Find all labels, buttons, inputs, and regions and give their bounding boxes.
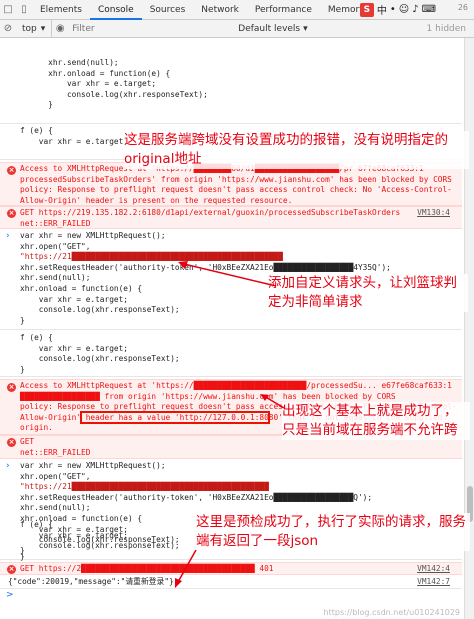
clear-console-icon[interactable]: ⊘ <box>0 19 16 39</box>
code-line: } <box>20 364 25 374</box>
request-url[interactable]: GET https://2███████████████████████████… <box>0 563 462 575</box>
levels-select[interactable]: Default levels ▾ <box>238 24 307 34</box>
context-value: top <box>22 23 37 34</box>
inspect-icon[interactable]: □ <box>0 0 16 20</box>
error-line: processedSubscribeTaskOrders' from origi… <box>20 174 452 184</box>
annotation-arrow-icon <box>260 394 285 409</box>
chevron-down-icon: ▾ <box>40 23 46 34</box>
ime-toolbar: S 中 • ☺ ♪ ⌨ <box>359 2 436 17</box>
ime-mode[interactable]: 中 <box>377 2 387 17</box>
console-input-row[interactable]: > <box>0 589 462 603</box>
annotation-note-1: 这是服务端跨域没有设置成功的报错，没有说明指定的original地址 <box>124 131 469 169</box>
code-line: } <box>20 551 25 561</box>
code-line: console.log(xhr.responseText); <box>20 354 180 364</box>
code-line: xhr.open("GET", <box>20 241 91 251</box>
annotation-note-3: 出现这个基本上就是成功了，只是当前域在服务端不允许跨 <box>282 402 470 440</box>
console-entry: xhr.send(null); xhr.onload = function(e)… <box>0 38 462 124</box>
error-line: Access to XMLHttpRequest at 'https://███… <box>20 381 452 390</box>
source-link[interactable]: VM142:4 <box>417 564 450 573</box>
error-line: █████████████████ from origin 'https://w… <box>20 391 396 401</box>
get-401: × GET https://2█████████████████████████… <box>0 562 462 575</box>
tab-network[interactable]: Network <box>193 0 247 20</box>
console-entry: f (e) { var xhr = e.target; console.log(… <box>0 331 462 377</box>
code-line: var xhr = new XMLHttpRequest(); <box>20 231 166 240</box>
code-line: var xhr = e.target; <box>20 79 157 89</box>
annotation-note-4: 这里是预检成功了，执行了实际的请求，服务端有返回了一段json <box>196 513 470 551</box>
console-prompt: > <box>6 590 14 600</box>
error-status: net::ERR_FAILED <box>20 447 91 457</box>
code-line: var xhr = e.target; <box>20 343 128 353</box>
code-line: xhr.send(null); <box>20 58 119 67</box>
watermark: https://blog.csdn.net/u010241029 <box>323 608 460 617</box>
sogou-logo-icon: S <box>359 2 374 17</box>
chevron-down-icon: ▾ <box>303 23 308 34</box>
source-link[interactable]: VM130:4 <box>417 208 450 217</box>
filter-input[interactable] <box>68 23 159 34</box>
ime-punct-icon[interactable]: • <box>390 4 396 15</box>
eye-icon[interactable]: ◉ <box>52 19 68 39</box>
code-line: var xhr = new XMLHttpRequest(); <box>20 461 166 470</box>
annotation-arrow-icon <box>178 261 277 287</box>
tab-console[interactable]: Console <box>89 0 142 20</box>
function-output[interactable]: f (e) { <box>0 331 462 344</box>
error-status: net::ERR_FAILED <box>20 218 91 228</box>
levels-value: Default levels <box>238 23 301 34</box>
code-line: console.log(xhr.responseText); <box>20 89 208 99</box>
code-line: xhr.onload = function(e) { <box>20 68 171 78</box>
code-line: } <box>20 315 25 325</box>
ime-emoji-icon[interactable]: ☺ <box>399 4 409 15</box>
error-line: policy: Response to preflight request do… <box>20 185 452 195</box>
source-link[interactable]: VM142:7 <box>417 577 450 586</box>
response-json: {"code":20019,"message":"请重新登录"} <box>8 577 174 586</box>
code-line: "https://21█████████████████████████████… <box>20 482 269 492</box>
tab-elements[interactable]: Elements <box>32 0 90 20</box>
error-count-badge: 26 <box>457 3 468 12</box>
tab-performance[interactable]: Performance <box>247 0 320 20</box>
context-select[interactable]: top ▾ <box>16 19 53 38</box>
code-line: } <box>20 100 53 110</box>
error-line: Allow-Origin' header is present on the r… <box>20 195 293 205</box>
console-filterbar: ⊘ top ▾ ◉ Default levels ▾ 1 hidden <box>0 19 474 39</box>
get-failed-1: × GET https://219.135.182.2:6180/d1api/e… <box>0 206 462 229</box>
console-entry: {"code":20019,"message":"请重新登录"} VM142:7 <box>0 576 462 589</box>
request-url[interactable]: GET https://219.135.182.2:6180/d1api/ext… <box>0 207 462 219</box>
tab-sources[interactable]: Sources <box>142 0 194 20</box>
code-line: xhr.setRequestHeader('authority-token', … <box>20 492 373 502</box>
highlight-box <box>80 411 270 424</box>
code-line: xhr.open("GET", <box>20 471 91 481</box>
annotation-note-2: 添加自定义请求头，让刘篮球判定为非简单请求 <box>268 274 468 312</box>
device-toggle-icon[interactable]: ▯ <box>16 0 32 20</box>
ime-voice-icon[interactable]: ♪ <box>412 4 418 15</box>
hidden-count: 1 hidden <box>426 23 466 34</box>
ime-keyboard-icon[interactable]: ⌨ <box>422 4 436 15</box>
annotation-arrow-icon <box>175 549 197 588</box>
